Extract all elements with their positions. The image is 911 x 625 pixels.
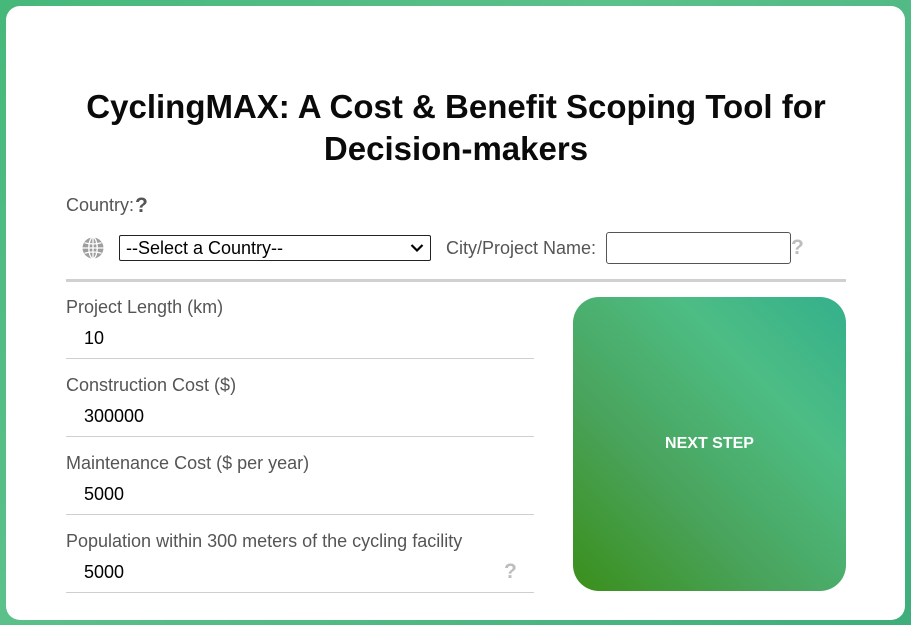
city-project-name-input[interactable] [606,232,791,264]
main-card: CyclingMAX: A Cost & Benefit Scoping Too… [6,6,905,620]
project-length-input[interactable]: 10 [84,328,104,349]
maintenance-cost-label: Maintenance Cost ($ per year) [66,453,310,473]
construction-cost-label: Construction Cost ($) [66,375,237,395]
population-input[interactable]: 5000 [84,562,124,583]
project-length-underline [66,358,534,359]
page-title: CyclingMAX: A Cost & Benefit Scoping Too… [86,88,826,167]
chevron-down-icon [410,244,424,253]
construction-cost-input[interactable]: 300000 [84,406,144,427]
population-help-icon[interactable]: ? [504,560,517,584]
population-label: Population within 300 meters of the cycl… [66,531,463,551]
globe-icon [82,236,104,260]
country-help-icon[interactable]: ? [135,195,148,216]
project-length-label: Project Length (km) [66,297,224,317]
country-label-row: Country: ? [66,195,148,216]
maintenance-cost-input[interactable]: 5000 [84,484,124,505]
divider [66,279,846,282]
city-help-icon[interactable]: ? [791,236,804,260]
construction-cost-underline [66,436,534,437]
country-label: Country: [66,195,135,215]
population-underline [66,592,534,593]
country-select[interactable]: --Select a Country-- [119,235,431,261]
next-step-button[interactable]: NEXT STEP [573,297,846,591]
maintenance-cost-underline [66,514,534,515]
country-select-value: --Select a Country-- [126,237,284,258]
city-project-name-label: City/Project Name: [446,238,597,258]
